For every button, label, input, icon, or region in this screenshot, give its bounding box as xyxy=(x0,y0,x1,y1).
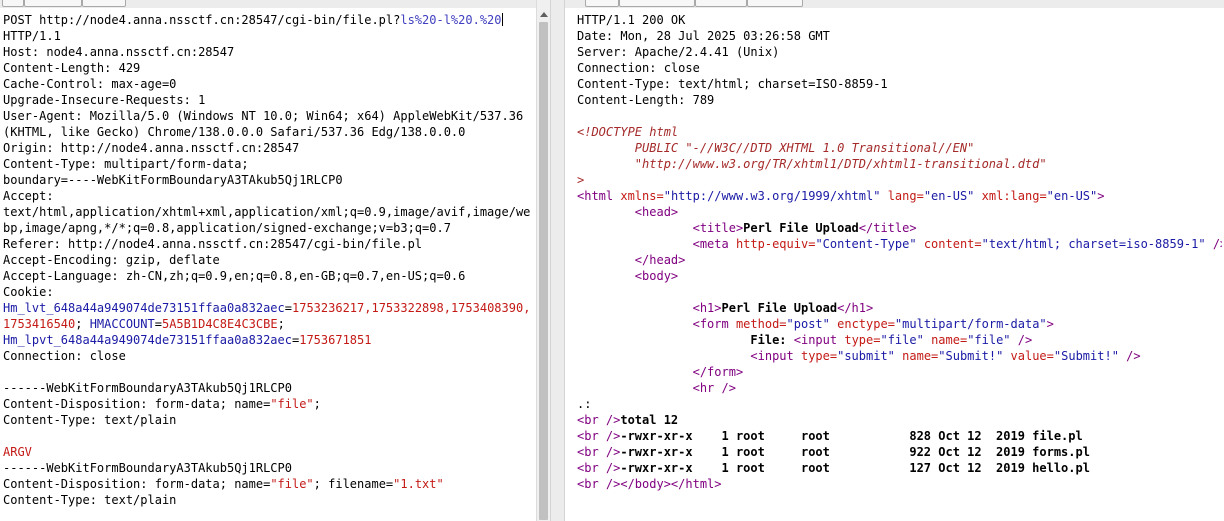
multipart-boundary: ------WebKitFormBoundaryA3TAkub5Qj1RLCP0 xyxy=(3,461,292,475)
header-upgrade-insecure: Upgrade-Insecure-Requests: 1 xyxy=(3,93,206,107)
doctype-line: PUBLIC "-//W3C//DTD XHTML 1.0 Transition… xyxy=(634,141,975,155)
part-content-type: Content-Type: text/plain xyxy=(3,413,177,427)
header-origin: Origin: http://node4.anna.nssctf.cn:2854… xyxy=(3,141,300,155)
request-text[interactable]: POST http://node4.anna.nssctf.cn:28547/c… xyxy=(3,12,534,508)
h1-line: <h1>Perl File Upload</h1> xyxy=(692,301,874,315)
meta-line: <meta http-equiv="Content-Type" content=… xyxy=(692,237,1222,251)
body-open-line: <body> xyxy=(634,269,679,283)
part-body-argv: ARGV xyxy=(3,445,32,459)
header-cookie: Cookie: xyxy=(3,285,54,299)
header-accept-value-cont: bp,image/apng,*/*;q=0.8,application/sign… xyxy=(3,221,451,235)
end-line: <br /></body></html> xyxy=(577,477,722,491)
header-accept-encoding: Accept-Encoding: gzip, deflate xyxy=(3,253,220,267)
doctype-line: <!DOCTYPE html xyxy=(577,125,679,139)
cookie-line: 1753416540; HMACCOUNT=5A5B1D4C8E4C3CBE; xyxy=(3,317,285,331)
doctype-line: > xyxy=(577,173,585,187)
submit-input-line: <input type="submit" name="Submit!" valu… xyxy=(750,349,1141,363)
request-tab[interactable] xyxy=(24,0,82,7)
header-date: Date: Mon, 28 Jul 2025 03:26:58 GMT xyxy=(577,29,830,43)
selected-query[interactable]: ls%20-l%20.%20 xyxy=(400,13,501,27)
listing-row: <br />-rwxr-xr-x 1 root root 922 Oct 12 … xyxy=(577,445,1090,459)
request-tab-strip xyxy=(0,0,536,8)
request-tab[interactable] xyxy=(2,0,24,7)
cookie-line: Hm_lpvt_648a44a949074de73151ffaa0a832aec… xyxy=(3,333,372,347)
total-line: <br />total 12 xyxy=(577,413,679,427)
cookie-line: Hm_lvt_648a44a949074de73151ffaa0a832aec=… xyxy=(3,301,531,315)
header-user-agent: User-Agent: Mozilla/5.0 (Windows NT 10.0… xyxy=(3,109,524,123)
http-version: HTTP/1.1 xyxy=(3,29,61,43)
header-host: Host: node4.anna.nssctf.cn:28547 xyxy=(3,45,235,59)
response-tab[interactable] xyxy=(585,0,619,7)
header-boundary: boundary=----WebKitFormBoundaryA3TAkub5Q… xyxy=(3,173,343,187)
header-connection: Connection: close xyxy=(577,61,700,75)
header-content-length: Content-Length: 429 xyxy=(3,61,141,75)
head-close-line: </head> xyxy=(634,253,686,267)
response-tab[interactable] xyxy=(747,0,803,7)
multipart-boundary: ------WebKitFormBoundaryA3TAkub5Qj1RLCP0 xyxy=(3,381,292,395)
text-cursor xyxy=(501,13,503,26)
part-content-type: Content-Type: text/plain xyxy=(3,493,177,507)
request-scrollbar[interactable] xyxy=(536,0,551,521)
hr-line: <hr /> xyxy=(692,381,736,395)
response-viewer[interactable]: HTTP/1.1 200 OK Date: Mon, 28 Jul 2025 0… xyxy=(565,0,1224,521)
header-accept-value: text/html,application/xhtml+xml,applicat… xyxy=(3,205,531,219)
header-content-length: Content-Length: 789 xyxy=(577,93,715,107)
response-text[interactable]: HTTP/1.1 200 OK Date: Mon, 28 Jul 2025 0… xyxy=(577,12,1222,492)
status-line: HTTP/1.1 200 OK xyxy=(577,13,686,27)
form-open-line: <form method="post" enctype="multipart/f… xyxy=(692,317,1054,331)
request-line: POST http://node4.anna.nssctf.cn:28547/c… xyxy=(3,13,503,27)
listing-row: <br />-rwxr-xr-x 1 root root 127 Oct 12 … xyxy=(577,461,1090,475)
header-content-type: Content-Type: multipart/form-data; xyxy=(3,157,249,171)
html-open-line: <html xmlns="http://www.w3.org/1999/xhtm… xyxy=(577,189,1105,203)
request-scroll-thumb[interactable] xyxy=(539,22,548,520)
header-user-agent-cont: (KHTML, like Gecko) Chrome/138.0.0.0 Saf… xyxy=(3,125,466,139)
pane-splitter[interactable] xyxy=(550,0,565,521)
title-line: <title>Perl File Upload</title> xyxy=(692,221,917,235)
request-editor[interactable]: POST http://node4.anna.nssctf.cn:28547/c… xyxy=(0,0,536,521)
form-close-line: </form> xyxy=(692,365,744,379)
response-tab[interactable] xyxy=(619,0,695,7)
header-connection: Connection: close xyxy=(3,349,126,363)
dot-line: .: xyxy=(577,397,592,411)
part-disposition: Content-Disposition: form-data; name="fi… xyxy=(3,477,444,491)
request-tab[interactable] xyxy=(82,0,126,7)
response-tab[interactable] xyxy=(695,0,747,7)
part-disposition: Content-Disposition: form-data; name="fi… xyxy=(3,397,321,411)
doctype-line: "http://www.w3.org/TR/xhtml1/DTD/xhtml1-… xyxy=(634,157,1047,171)
file-input-line: File: <input type="file" name="file" /> xyxy=(750,333,1033,347)
listing-row: <br />-rwxr-xr-x 1 root root 828 Oct 12 … xyxy=(577,429,1083,443)
scroll-up-arrow-icon[interactable] xyxy=(540,12,548,17)
header-cache-control: Cache-Control: max-age=0 xyxy=(3,77,177,91)
header-accept-language: Accept-Language: zh-CN,zh;q=0.9,en;q=0.8… xyxy=(3,269,466,283)
head-open-line: <head> xyxy=(634,205,679,219)
header-accept: Accept: xyxy=(3,189,54,203)
header-content-type: Content-Type: text/html; charset=ISO-885… xyxy=(577,77,888,91)
response-tab-strip xyxy=(565,0,1224,8)
header-referer: Referer: http://node4.anna.nssctf.cn:285… xyxy=(3,237,423,251)
header-server: Server: Apache/2.4.41 (Unix) xyxy=(577,45,780,59)
